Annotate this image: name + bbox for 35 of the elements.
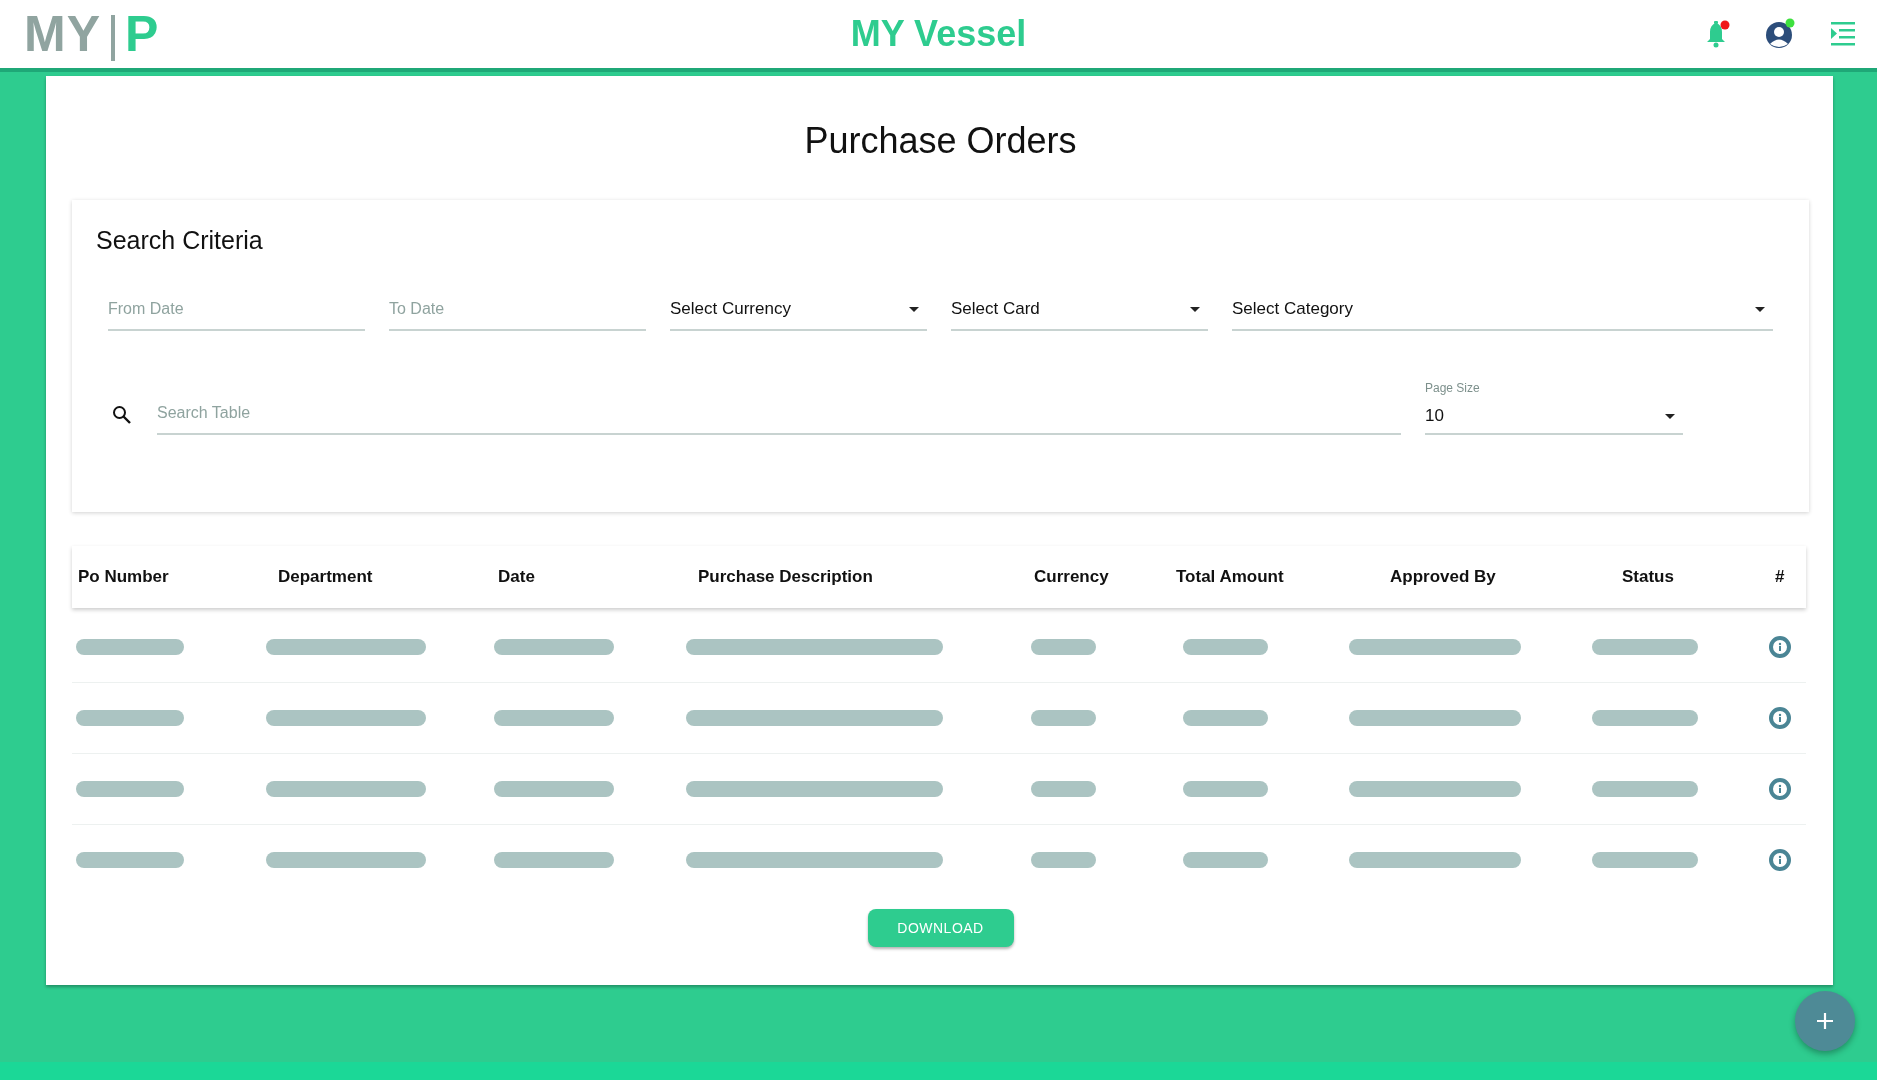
menu-icon[interactable] bbox=[1829, 21, 1855, 47]
info-icon[interactable] bbox=[1769, 707, 1791, 729]
page-size-select[interactable]: 10 bbox=[1425, 399, 1683, 435]
search-field[interactable]: Search Table bbox=[157, 393, 1401, 435]
dropdown-caret-icon bbox=[909, 306, 919, 312]
column-header: Department bbox=[277, 567, 374, 587]
column-header: Status bbox=[1621, 567, 1675, 587]
column-header: Purchase Description bbox=[697, 567, 874, 587]
info-icon[interactable] bbox=[1769, 636, 1791, 658]
user-avatar-icon[interactable] bbox=[1764, 18, 1796, 50]
dropdown-caret-icon bbox=[1190, 306, 1200, 312]
page-title: Purchase Orders bbox=[803, 119, 1078, 163]
notification-bell-icon[interactable] bbox=[1705, 19, 1731, 49]
column-header: Date bbox=[497, 567, 536, 587]
search-icon bbox=[112, 405, 132, 425]
date-field[interactable]: From Date bbox=[108, 289, 365, 331]
panel-title: Search Criteria bbox=[96, 226, 264, 255]
dropdown-caret-icon bbox=[1665, 413, 1675, 419]
column-header: # bbox=[1774, 567, 1786, 587]
column-header: Po Number bbox=[77, 567, 170, 587]
select-field[interactable]: Select Card bbox=[951, 289, 1208, 331]
select-field[interactable]: Select Category bbox=[1232, 289, 1773, 331]
dropdown-caret-icon bbox=[1755, 306, 1765, 312]
app-title: MY Vessel bbox=[850, 13, 1027, 55]
plus-icon bbox=[1816, 1012, 1834, 1030]
column-header: Total Amount bbox=[1175, 567, 1285, 587]
select-field[interactable]: Select Currency bbox=[670, 289, 927, 331]
logo-text: P bbox=[125, 5, 159, 63]
info-icon[interactable] bbox=[1769, 778, 1791, 800]
field-label: Page Size bbox=[1425, 381, 1481, 395]
info-icon[interactable] bbox=[1769, 849, 1791, 871]
column-header: Currency bbox=[1033, 567, 1110, 587]
column-header: Approved By bbox=[1389, 567, 1497, 587]
logo-text: MY bbox=[24, 5, 101, 63]
date-field[interactable]: To Date bbox=[389, 289, 646, 331]
